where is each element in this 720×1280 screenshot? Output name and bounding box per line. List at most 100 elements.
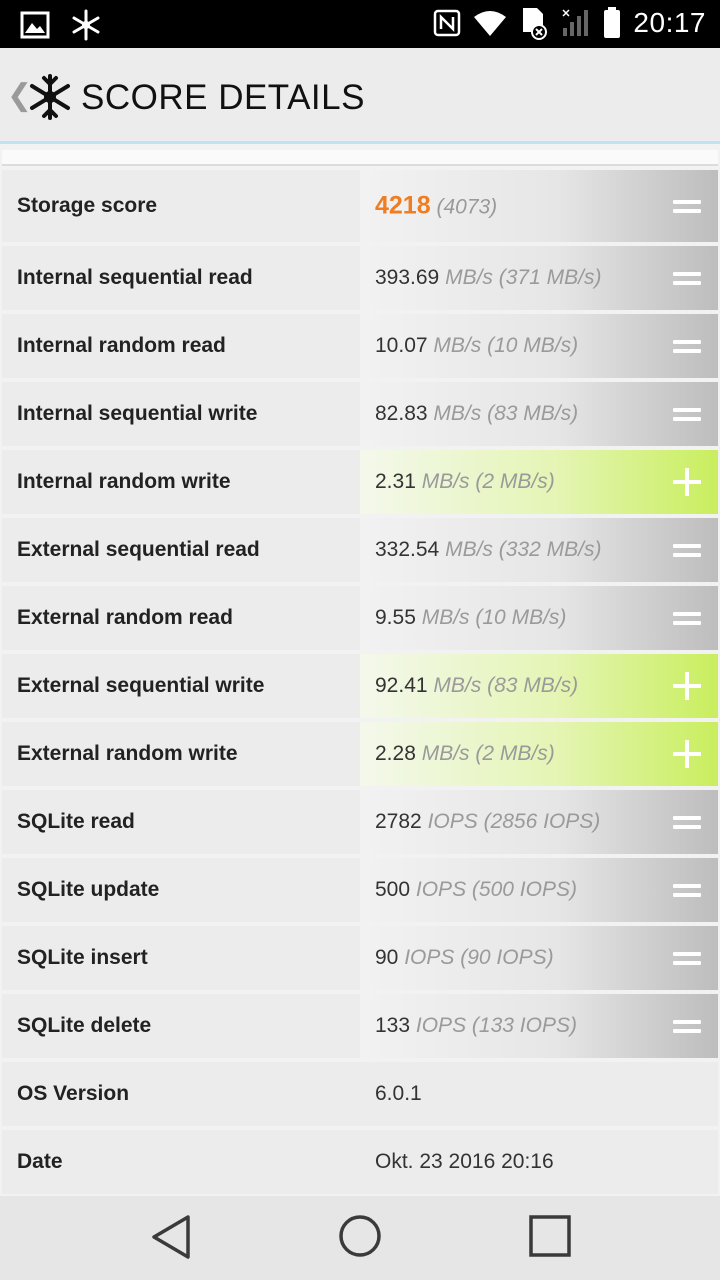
value-reference: MB/s (332 MB/s) bbox=[445, 538, 602, 561]
row-value: 133 IOPS (133 IOPS) bbox=[375, 1014, 577, 1038]
value-number: 332.54 bbox=[375, 538, 440, 561]
table-row[interactable]: External random read 9.55 MB/s (10 MB/s) bbox=[2, 586, 718, 650]
row-value: 92.41 MB/s (83 MB/s) bbox=[375, 674, 578, 698]
row-label: External sequential write bbox=[17, 674, 265, 697]
value-reference: (4073) bbox=[436, 195, 498, 219]
row-label: Internal sequential read bbox=[17, 266, 253, 289]
row-label: SQLite insert bbox=[17, 946, 148, 969]
table-row[interactable]: OS Version 6.0.1 bbox=[2, 1062, 718, 1126]
recents-square-icon[interactable] bbox=[528, 1214, 572, 1258]
value-cell: 82.83 MB/s (83 MB/s) bbox=[360, 382, 718, 446]
table-row[interactable]: SQLite update 500 IOPS (500 IOPS) bbox=[2, 858, 718, 922]
value-number: 6.0.1 bbox=[375, 1082, 422, 1105]
value-cell: 4218 (4073) bbox=[360, 170, 718, 242]
row-label: External random write bbox=[17, 742, 238, 765]
table-row[interactable]: External sequential read 332.54 MB/s (332… bbox=[2, 518, 718, 582]
row-label: Internal sequential write bbox=[17, 402, 258, 425]
app-logo-icon[interactable] bbox=[26, 73, 74, 121]
value-cell: 2.28 MB/s (2 MB/s) bbox=[360, 722, 718, 786]
score-list[interactable]: Storage score 4218 (4073) Internal sequent… bbox=[0, 150, 720, 1195]
value-reference: MB/s (10 MB/s) bbox=[421, 606, 567, 629]
value-cell: 332.54 MB/s (332 MB/s) bbox=[360, 518, 718, 582]
row-value: 2.28 MB/s (2 MB/s) bbox=[375, 742, 555, 766]
home-circle-icon[interactable] bbox=[338, 1214, 382, 1258]
row-value: 332.54 MB/s (332 MB/s) bbox=[375, 538, 601, 562]
wifi-icon bbox=[474, 11, 507, 36]
table-row[interactable]: Date Okt. 23 2016 20:16 bbox=[2, 1130, 718, 1194]
equal-icon bbox=[673, 544, 701, 557]
value-cell: 90 IOPS (90 IOPS) bbox=[360, 926, 718, 990]
table-row[interactable]: Storage score 4218 (4073) bbox=[2, 170, 718, 242]
value-cell: 393.69 MB/s (371 MB/s) bbox=[360, 246, 718, 310]
value-reference: MB/s (10 MB/s) bbox=[433, 334, 579, 357]
table-row[interactable]: Internal random read 10.07 MB/s (10 MB/s) bbox=[2, 314, 718, 378]
table-row[interactable]: Internal sequential write 82.83 MB/s (83 … bbox=[2, 382, 718, 446]
value-number: 92.41 bbox=[375, 674, 428, 697]
value-cell: 500 IOPS (500 IOPS) bbox=[360, 858, 718, 922]
row-label: External random read bbox=[17, 606, 233, 629]
row-label: SQLite update bbox=[17, 878, 160, 901]
row-value: 2782 IOPS (2856 IOPS) bbox=[375, 810, 600, 834]
status-bar: 20:17 bbox=[0, 0, 720, 48]
value-number: 500 bbox=[375, 878, 411, 901]
back-triangle-icon[interactable] bbox=[150, 1214, 192, 1260]
nfc-icon bbox=[434, 9, 461, 37]
row-label: SQLite delete bbox=[17, 1014, 152, 1037]
row-label: Internal random write bbox=[17, 470, 231, 493]
row-value: 4218 (4073) bbox=[375, 192, 497, 221]
value-number: 10.07 bbox=[375, 334, 428, 357]
value-reference: IOPS (133 IOPS) bbox=[415, 1014, 577, 1037]
equal-icon bbox=[673, 340, 701, 353]
row-label: External sequential read bbox=[17, 538, 260, 561]
table-row[interactable]: External random write 2.28 MB/s (2 MB/s) bbox=[2, 722, 718, 786]
plus-icon bbox=[673, 740, 701, 768]
snowflake-icon bbox=[72, 9, 100, 41]
value-number: 2.28 bbox=[375, 742, 416, 765]
row-value: 393.69 MB/s (371 MB/s) bbox=[375, 266, 601, 290]
value-cell: 10.07 MB/s (10 MB/s) bbox=[360, 314, 718, 378]
value-number: 90 bbox=[375, 946, 399, 969]
table-row[interactable]: Internal random write 2.31 MB/s (2 MB/s) bbox=[2, 450, 718, 514]
row-value: Okt. 23 2016 20:16 bbox=[375, 1150, 554, 1174]
row-value: 90 IOPS (90 IOPS) bbox=[375, 946, 554, 970]
equal-icon bbox=[673, 612, 701, 625]
equal-icon bbox=[673, 952, 701, 965]
value-reference: MB/s (83 MB/s) bbox=[433, 402, 579, 425]
value-cell: 2.31 MB/s (2 MB/s) bbox=[360, 450, 718, 514]
row-label: Internal random read bbox=[17, 334, 226, 357]
equal-icon bbox=[673, 884, 701, 897]
score-number: 4218 bbox=[375, 191, 431, 220]
value-reference: MB/s (2 MB/s) bbox=[421, 742, 555, 765]
plus-icon bbox=[673, 468, 701, 496]
row-value: 10.07 MB/s (10 MB/s) bbox=[375, 334, 578, 358]
value-reference: IOPS (2856 IOPS) bbox=[427, 810, 601, 833]
value-cell: Okt. 23 2016 20:16 bbox=[360, 1130, 718, 1194]
value-cell: 2782 IOPS (2856 IOPS) bbox=[360, 790, 718, 854]
value-number: Okt. 23 2016 20:16 bbox=[375, 1150, 554, 1173]
equal-icon bbox=[673, 200, 701, 213]
list-top-divider bbox=[2, 150, 718, 166]
row-label: OS Version bbox=[17, 1082, 130, 1105]
row-value: 2.31 MB/s (2 MB/s) bbox=[375, 470, 555, 494]
value-cell: 9.55 MB/s (10 MB/s) bbox=[360, 586, 718, 650]
table-row[interactable]: Internal sequential read 393.69 MB/s (371… bbox=[2, 246, 718, 310]
value-reference: IOPS (500 IOPS) bbox=[415, 878, 577, 901]
value-cell: 6.0.1 bbox=[360, 1062, 718, 1126]
table-row[interactable]: External sequential write 92.41 MB/s (83 … bbox=[2, 654, 718, 718]
table-row[interactable]: SQLite insert 90 IOPS (90 IOPS) bbox=[2, 926, 718, 990]
clock: 20:17 bbox=[633, 7, 706, 38]
value-number: 2.31 bbox=[375, 470, 416, 493]
navigation-bar bbox=[0, 1196, 720, 1280]
table-row[interactable]: SQLite read 2782 IOPS (2856 IOPS) bbox=[2, 790, 718, 854]
gallery-icon bbox=[20, 11, 50, 39]
value-number: 133 bbox=[375, 1014, 411, 1037]
equal-icon bbox=[673, 1020, 701, 1033]
value-number: 2782 bbox=[375, 810, 422, 833]
value-reference: MB/s (83 MB/s) bbox=[433, 674, 579, 697]
value-reference: MB/s (2 MB/s) bbox=[421, 470, 555, 493]
row-label: SQLite read bbox=[17, 810, 135, 833]
table-row[interactable]: SQLite delete 133 IOPS (133 IOPS) bbox=[2, 994, 718, 1058]
equal-icon bbox=[673, 816, 701, 829]
value-number: 9.55 bbox=[375, 606, 416, 629]
equal-icon bbox=[673, 272, 701, 285]
